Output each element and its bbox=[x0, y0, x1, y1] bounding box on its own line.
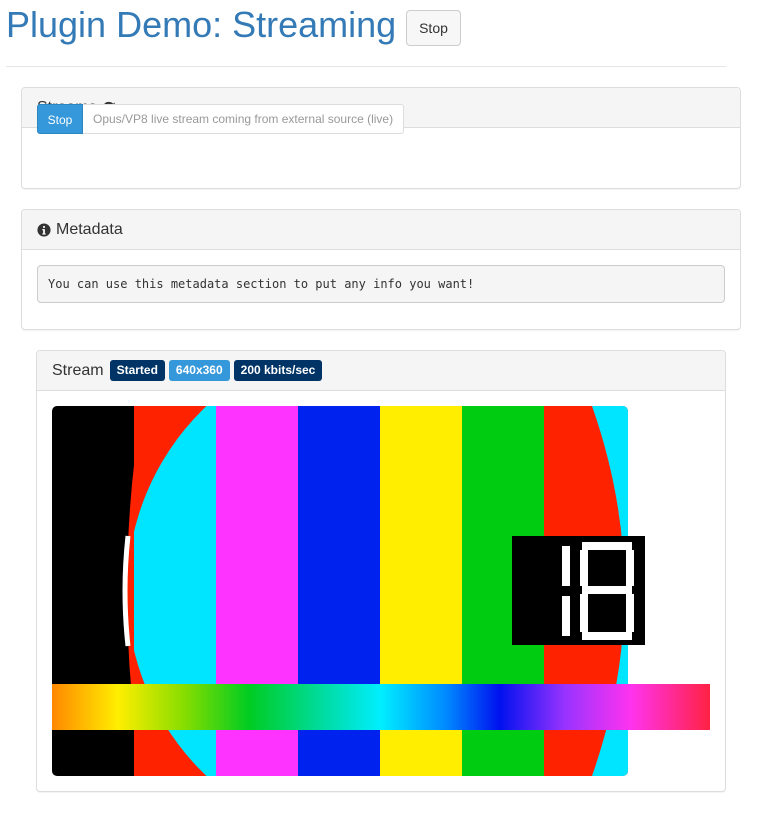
header-stop-button[interactable]: Stop bbox=[406, 10, 461, 46]
bitrate-badge: 200 kbits/sec bbox=[233, 360, 323, 381]
metadata-panel-heading: Metadata bbox=[22, 210, 740, 250]
stream-stop-button[interactable]: Stop bbox=[37, 104, 83, 134]
stream-panel-title: Stream bbox=[52, 361, 104, 379]
header-divider bbox=[6, 66, 726, 67]
metadata-text: You can use this metadata section to put… bbox=[37, 265, 725, 303]
stream-select-group: Stop Opus/VP8 live stream coming from ex… bbox=[37, 104, 405, 134]
rainbow-bar bbox=[52, 684, 710, 730]
streams-panel: Streams Stop Opus/VP8 live stream coming… bbox=[21, 87, 741, 189]
metadata-panel: Metadata You can use this metadata secti… bbox=[21, 209, 741, 330]
test-card-image bbox=[52, 406, 710, 776]
metadata-panel-title: Metadata bbox=[56, 220, 123, 238]
info-circle-icon bbox=[37, 222, 51, 237]
stream-select-dropdown[interactable]: Opus/VP8 live stream coming from externa… bbox=[83, 104, 405, 134]
page-title: Plugin Demo: Streaming bbox=[6, 4, 397, 45]
resolution-badge: 640x360 bbox=[168, 360, 230, 381]
stream-panel: Stream Started 640x360 200 kbits/sec bbox=[36, 350, 726, 792]
stream-panel-heading: Stream Started 640x360 200 kbits/sec bbox=[37, 351, 725, 391]
status-badge: Started bbox=[109, 360, 165, 381]
remote-video[interactable] bbox=[52, 406, 710, 776]
